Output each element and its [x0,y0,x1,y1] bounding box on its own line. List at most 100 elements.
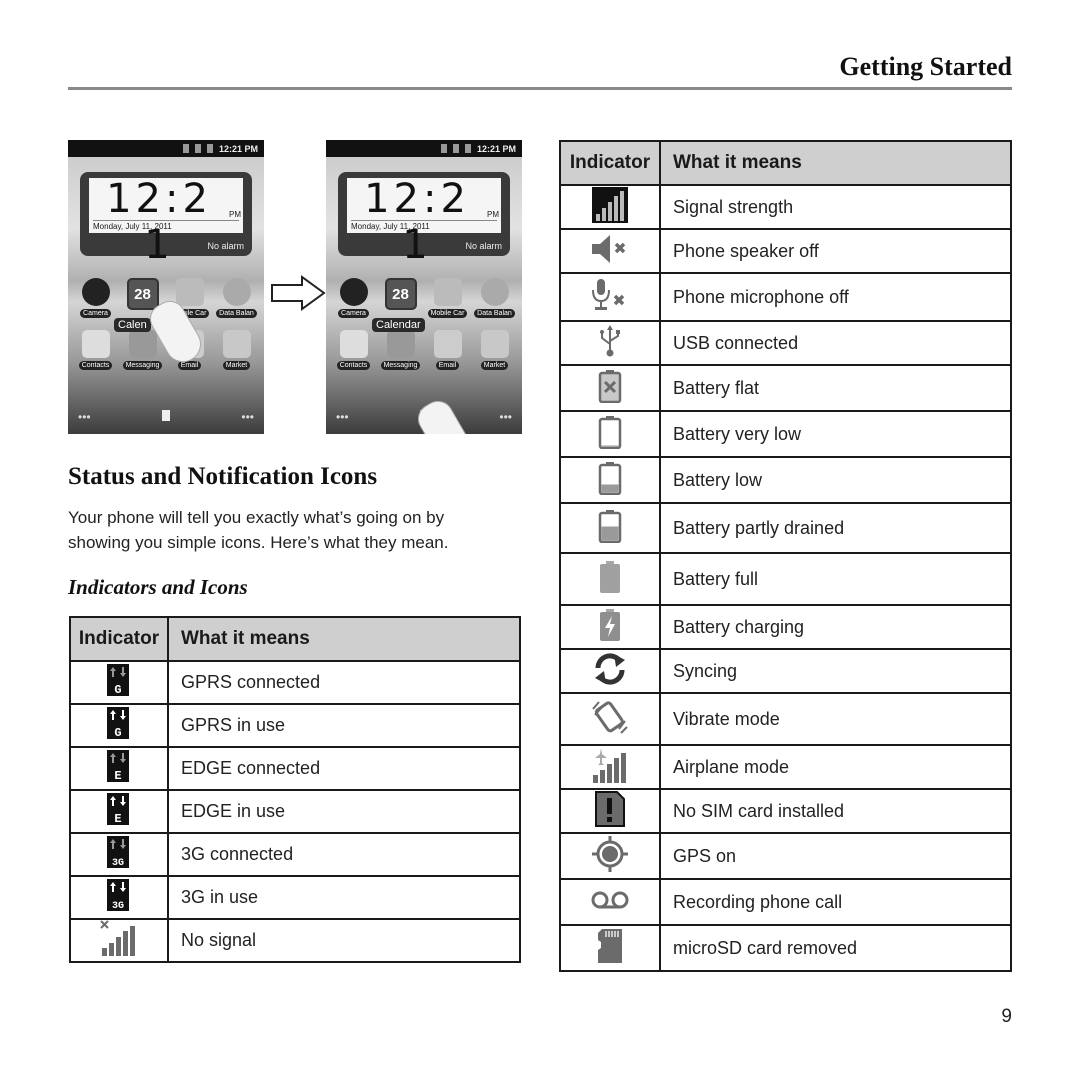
meaning-cell: EDGE connected [167,746,521,791]
battery-charging-icon [598,608,622,647]
microphone-off-icon [590,278,630,317]
subsection-title: Indicators and Icons [68,575,248,599]
market-icon [222,330,251,358]
table-row: microSD card removed [559,924,1012,972]
indicator-cell [559,552,661,606]
clock-alarm: No alarm [465,241,502,251]
gprs-connected-icon: G [107,664,131,701]
indicator-cell: E [69,789,169,834]
speaker-off-icon [590,233,630,270]
3g-in-use-icon: 3G [107,879,131,916]
no-signal-icon [100,920,138,961]
table-row: Battery low [559,456,1012,504]
page-number: 9 [1001,1006,1012,1027]
indicator-cell [559,648,661,694]
contacts-icon [81,330,110,358]
market-icon [480,330,509,358]
battery-low-icon [598,461,622,500]
messaging-icon [128,330,157,358]
table-row: Phone microphone off [559,272,1012,322]
contacts-icon [339,330,368,358]
table-row: Battery full [559,552,1012,606]
table-row: Battery flat [559,364,1012,412]
meaning-cell: 3G in use [167,875,521,920]
data-icon [440,144,447,153]
clock-widget: 12:2 1 PM Monday, July 11, 2011 No alarm [338,172,510,268]
svg-text:3G: 3G [112,901,124,911]
no-sim-icon [595,790,625,832]
app-data-balance: Data Balan [471,278,518,322]
vibrate-icon [590,699,630,740]
calendar-tooltip: Calen [114,318,151,332]
camera-icon [81,278,110,306]
column-header-indicator: Indicator [559,140,661,186]
meaning-cell: Battery partly drained [659,502,1012,554]
indicator-cell [559,320,661,366]
phone-screenshot-before: 12:21 PM 12:2 1 PM Monday, July 11, 2011… [68,140,264,434]
clock-date: Monday, July 11, 2011 [351,220,497,231]
meaning-cell: USB connected [659,320,1012,366]
battery-icon [206,144,213,153]
table-row: Phone speaker off [559,228,1012,274]
indicator-cell [559,502,661,554]
table-row: Vibrate mode [559,692,1012,746]
table-row: Battery partly drained [559,502,1012,554]
svg-text:3G: 3G [112,858,124,868]
airplane-mode-icon [591,747,629,788]
gps-icon [591,835,629,878]
indicator-cell [559,924,661,972]
meaning-cell: Battery very low [659,410,1012,458]
battery-icon [464,144,471,153]
table-row: Syncing [559,648,1012,694]
signal-icon [194,144,201,153]
edge-in-use-icon: E [107,793,131,830]
table-row: 3G 3G in use [69,875,521,920]
3g-connected-icon: 3G [107,836,131,873]
gprs-in-use-icon: G [107,707,131,744]
indicator-cell [559,410,661,458]
battery-flat-icon [598,369,622,408]
messaging-icon [386,330,415,358]
phone-screenshot-after: 12:21 PM 12:2 1 PM Monday, July 11, 2011… [326,140,522,434]
indicator-cell [559,228,661,274]
arrow-right-icon [271,275,326,311]
clock-date: Monday, July 11, 2011 [93,220,239,231]
meaning-cell: Airplane mode [659,744,1012,790]
app-mobile-car: Mobile Car [424,278,471,322]
dock-dots-right: ••• [499,410,512,424]
meaning-cell: 3G connected [167,832,521,877]
indicator-cell [559,788,661,834]
signal-icon [452,144,459,153]
status-bar: 12:21 PM [68,140,264,157]
clock-ampm: PM [487,210,499,219]
table-row: Battery charging [559,604,1012,650]
table-row: Battery very low [559,410,1012,458]
indicator-cell: E [69,746,169,791]
meaning-cell: Phone microphone off [659,272,1012,322]
indicator-cell [559,604,661,650]
meaning-cell: Phone speaker off [659,228,1012,274]
camera-icon [339,278,368,306]
indicator-table-left: Indicator What it means G GPRS connected … [69,616,521,963]
app-messaging: Messaging [377,330,424,370]
calendar-icon: 28 [384,278,417,310]
clock-ampm: PM [229,210,241,219]
meaning-cell: Syncing [659,648,1012,694]
indicator-cell [559,692,661,746]
app-market: Market [471,330,518,370]
indicator-table-right: Indicator What it means Signal strength P… [559,140,1012,972]
table-row: USB connected [559,320,1012,366]
calendar-tooltip: Calendar [372,318,425,332]
status-bar: 12:21 PM [326,140,522,157]
indicator-cell: G [69,660,169,705]
meaning-cell: microSD card removed [659,924,1012,972]
column-header-meaning: What it means [167,616,521,662]
app-camera: Camera [330,278,377,322]
running-head: Getting Started [839,52,1012,81]
meaning-cell: Signal strength [659,184,1012,230]
table-row: Recording phone call [559,878,1012,926]
indicator-cell [559,272,661,322]
app-email: Email [424,330,471,370]
meaning-cell: Battery full [659,552,1012,606]
table-row: No SIM card installed [559,788,1012,834]
